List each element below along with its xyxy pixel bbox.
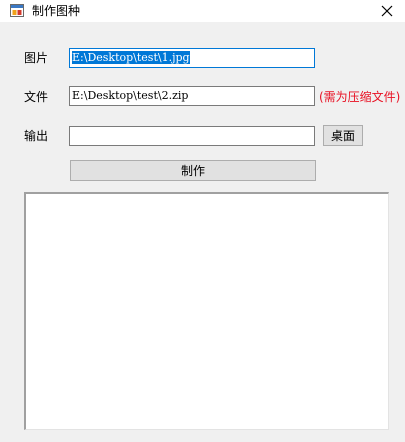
title-bar[interactable]: 制作图种 — [0, 0, 405, 22]
file-path-value: E:\Desktop\test\2.zip — [72, 89, 189, 102]
image-path-value: E:\Desktop\test\1.jpg — [72, 51, 190, 64]
image-path-input[interactable]: E:\Desktop\test\1.jpg — [69, 48, 315, 68]
window-title: 制作图种 — [32, 4, 81, 18]
window-form-icon — [10, 4, 24, 17]
make-button[interactable]: 制作 — [70, 160, 316, 181]
output-path-input[interactable] — [69, 126, 315, 146]
output-log-textarea[interactable] — [24, 192, 389, 430]
main-window: 制作图种 图片 E:\Desktop\test\1.jpg 文件 E:\Desk… — [0, 0, 405, 442]
compressed-file-hint: (需为压缩文件) — [319, 90, 401, 104]
desktop-button[interactable]: 桌面 — [323, 125, 363, 146]
output-label: 输出 — [24, 129, 49, 143]
image-label: 图片 — [24, 51, 49, 65]
file-label: 文件 — [24, 90, 49, 104]
close-icon — [381, 5, 393, 17]
close-button[interactable] — [373, 0, 401, 22]
file-path-input[interactable]: E:\Desktop\test\2.zip — [69, 86, 315, 106]
